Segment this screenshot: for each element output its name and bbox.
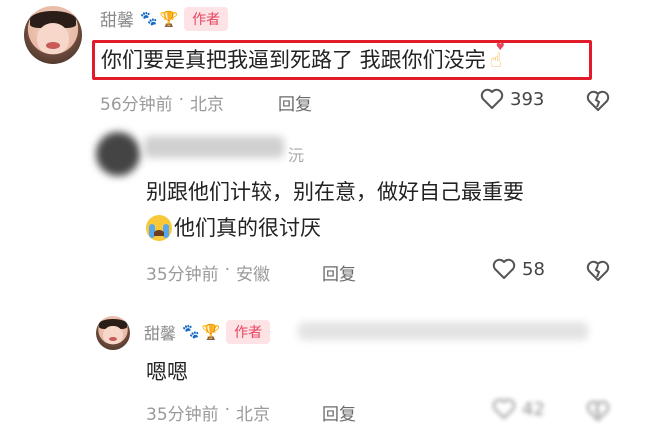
author-badge: 作者 <box>184 6 229 31</box>
comment-time: 35分钟前 <box>146 265 219 285</box>
meta-dot: · <box>224 400 231 420</box>
comment-time: 56分钟前 <box>100 95 173 115</box>
comment-location: 安徽 <box>236 265 271 285</box>
reply-button[interactable]: 回复 <box>278 90 312 115</box>
blurred-avatar[interactable] <box>96 132 140 176</box>
broken-heart-icon[interactable] <box>586 90 610 112</box>
comment-time: 35分钟前 <box>146 405 219 425</box>
heart-icon[interactable] <box>480 88 504 110</box>
paw-icon: 🐾 <box>182 324 200 340</box>
like-group: 58 <box>492 258 545 280</box>
meta-dot: · <box>224 260 231 280</box>
like-group: 393 <box>480 88 544 110</box>
reply-button[interactable]: 回复 <box>322 400 356 425</box>
broken-heart-icon[interactable] <box>586 400 610 422</box>
like-count: 58 <box>522 258 545 280</box>
comment-header: 甜馨 🐾 🏆 作者 <box>100 6 229 31</box>
like-count: 42 <box>522 398 545 420</box>
username-partial[interactable]: 沅 <box>288 142 304 166</box>
like-count: 393 <box>510 88 545 110</box>
trophy-icon: 🏆 <box>201 323 221 341</box>
broken-heart-icon[interactable] <box>586 260 610 282</box>
avatar[interactable] <box>96 316 130 350</box>
comment-meta: 35分钟前 · 安徽 <box>146 260 270 285</box>
like-group: 42 <box>492 398 545 420</box>
comment-meta: 35分钟前 · 北京 <box>146 400 270 425</box>
badges: 🐾 🏆 <box>182 323 220 341</box>
avatar[interactable] <box>24 6 82 64</box>
author-badge: 作者 <box>226 320 271 344</box>
heart-icon[interactable] <box>492 398 516 420</box>
badges: 🐾 🏆 <box>140 10 178 28</box>
finger-heart-emoji-icon: ☝ ♥ <box>489 42 505 72</box>
comment-location: 北京 <box>190 95 225 115</box>
paw-icon: 🐾 <box>140 10 158 27</box>
blurred-reply-target <box>298 322 588 340</box>
highlighted-comment: 你们要是真把我逼到死路了 我跟你们没完 ☝ ♥ <box>92 40 592 80</box>
comment-text-line-2: 他们真的很讨厌 <box>146 214 321 242</box>
heart-icon[interactable] <box>492 258 516 280</box>
comment-location: 北京 <box>236 405 271 425</box>
comment-header: 甜馨 🐾 🏆 作者 <box>144 320 271 344</box>
comment-meta: 56分钟前 · 北京 <box>100 90 224 115</box>
comment-text: 嗯嗯 <box>146 360 188 384</box>
comment-text-line-1: 别跟他们计较，别在意，做好自己最重要 <box>146 180 524 204</box>
crying-emoji-icon <box>146 215 172 241</box>
reply-button[interactable]: 回复 <box>322 260 356 285</box>
trophy-icon: 🏆 <box>159 9 179 28</box>
blurred-username <box>144 136 284 158</box>
comment-text: 你们要是真把我逼到死路了 我跟你们没完 <box>101 48 486 72</box>
username[interactable]: 甜馨 <box>100 6 134 31</box>
meta-dot: · <box>178 90 185 110</box>
username[interactable]: 甜馨 <box>144 320 176 344</box>
